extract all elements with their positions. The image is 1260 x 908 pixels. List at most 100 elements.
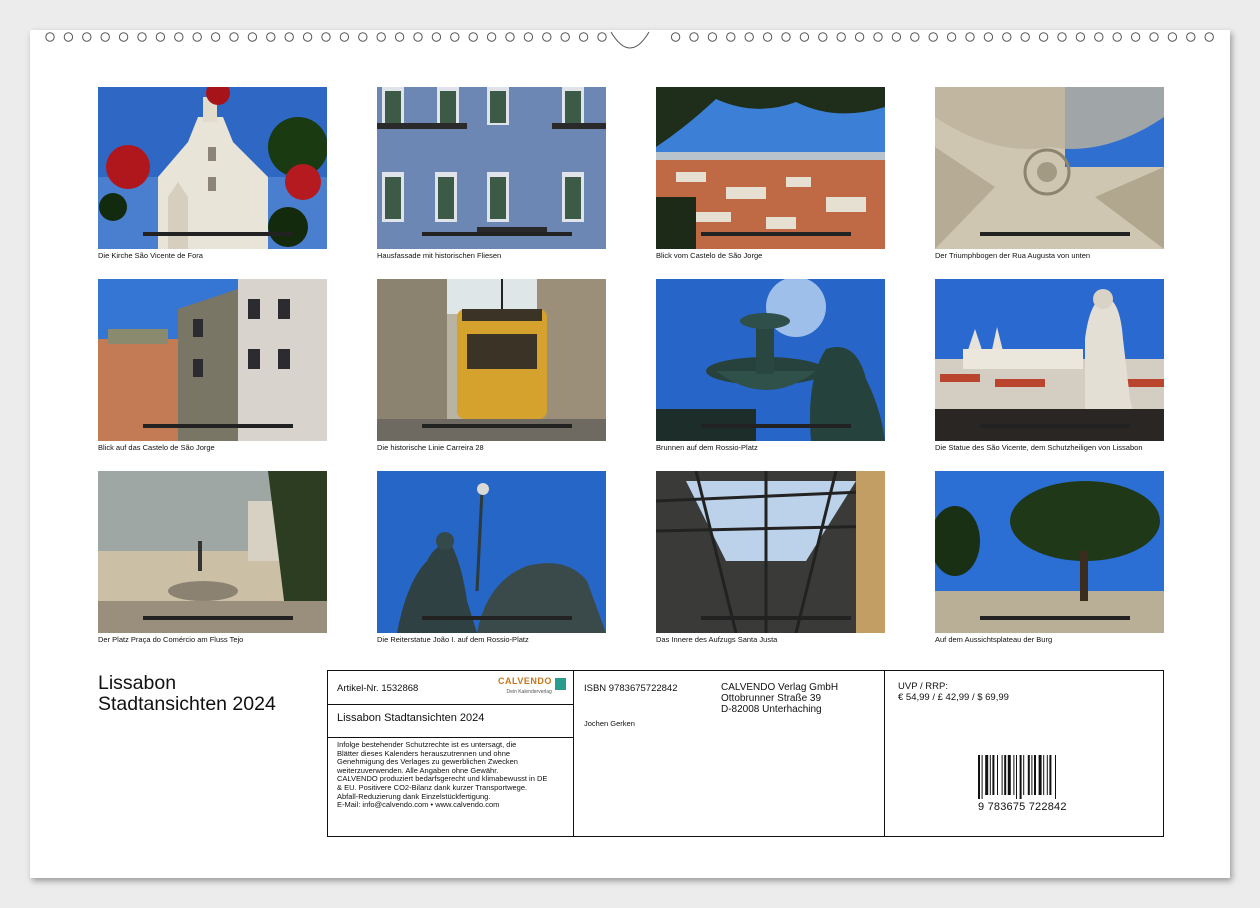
- barcode-bar: [1001, 755, 1003, 795]
- photo-tile: Die Reiterstatue João I. auf dem Rossio-…: [377, 471, 607, 644]
- binding-ring: [1112, 32, 1122, 42]
- photo-caption: Blick vom Castelo de São Jorge: [656, 251, 763, 260]
- binding-ring: [82, 32, 92, 42]
- binding-ring: [1020, 32, 1030, 42]
- binding-ring: [45, 32, 55, 42]
- photo-tile: Brunnen auf dem Rossio-Platz: [656, 279, 886, 452]
- barcode-bar: [992, 755, 995, 795]
- barcode-bar: [1038, 755, 1042, 795]
- binding-ring: [707, 32, 718, 42]
- binding-ring: [542, 32, 552, 42]
- binding-ring: [670, 32, 681, 42]
- photo-joao-statue: [377, 471, 606, 633]
- article-number: Artikel-Nr. 1532868: [337, 683, 419, 694]
- barcode-bar: [1043, 755, 1045, 795]
- binding-ring: [118, 32, 129, 42]
- photo-caption: Der Platz Praça do Comércio am Fluss Tej…: [98, 635, 244, 644]
- barcode-number: 9 783675 722842: [978, 801, 1067, 813]
- calvendo-logo: CALVENDO Dein Kalenderverlag: [498, 676, 566, 695]
- binding-ring: [229, 32, 239, 42]
- logo-tagline: Dein Kalenderverlag: [506, 689, 552, 695]
- publisher-address: CALVENDO Verlag GmbH Ottobrunner Straße …: [721, 682, 838, 715]
- binding-ring: [1002, 32, 1012, 42]
- photo-tile: Das Innere des Aufzugs Santa Justa: [656, 471, 886, 644]
- binding-ring: [1204, 32, 1214, 42]
- photo-caption: Die Statue des São Vicente, dem Schutzhe…: [935, 443, 1143, 452]
- binding-rings: [45, 31, 1214, 49]
- price-info: UVP / RRP: € 54,99 / £ 42,99 / $ 69,99: [898, 681, 1009, 703]
- divider: [328, 737, 573, 738]
- binding-ring: [983, 32, 994, 42]
- photo-caption: Brunnen auf dem Rossio-Platz: [656, 443, 758, 452]
- binding-ring: [413, 32, 423, 42]
- binding-ring: [799, 32, 810, 42]
- legal-line: E-Mail: info@calvendo.com • www.calvendo…: [337, 800, 500, 810]
- publisher-line: Ottobrunner Straße 39: [721, 693, 822, 704]
- photo-castle-plateau: [935, 471, 1164, 633]
- photo-caption: Die historische Linie Carreira 28: [377, 443, 484, 452]
- binding-ring: [560, 32, 570, 42]
- binding-ring: [339, 32, 350, 42]
- barcode: [978, 755, 1056, 799]
- binding-ring: [1186, 32, 1196, 42]
- hanger-notch: [610, 31, 650, 49]
- binding-ring: [505, 32, 515, 42]
- author: Jochen Gerken: [584, 719, 635, 728]
- photo-castelo-street: [98, 279, 327, 441]
- photo-tile: Der Platz Praça do Comércio am Fluss Tej…: [98, 471, 328, 644]
- binding-ring: [376, 32, 386, 42]
- photo-tram-28: [377, 279, 606, 441]
- binding-ring: [1057, 32, 1067, 42]
- calendar-back-page: Die Kirche São Vicente de Fora Hausfassa…: [30, 30, 1230, 878]
- barcode-bar: [1027, 755, 1030, 795]
- binding-ring: [63, 32, 74, 42]
- barcode-bar: [985, 755, 989, 795]
- binding-ring: [266, 32, 276, 42]
- photo-tile: Die Kirche São Vicente de Fora: [98, 87, 328, 260]
- binding-ring: [1149, 32, 1159, 42]
- title-line-2: Stadtansichten 2024: [98, 693, 276, 715]
- barcode-bar: [1007, 755, 1011, 795]
- publisher-line: CALVENDO Verlag GmbH: [721, 682, 839, 693]
- barcode-bar: [1046, 755, 1048, 795]
- photo-triumphal-arch: [935, 87, 1164, 249]
- publisher-line: D-82008 Unterhaching: [721, 704, 822, 715]
- photo-caption: Hausfassade mit historischen Fliesen: [377, 251, 502, 260]
- barcode-bar: [1034, 755, 1036, 795]
- binding-ring: [302, 32, 313, 42]
- binding-ring: [762, 32, 773, 42]
- product-info-box: Artikel-Nr. 1532868 CALVENDO Dein Kalend…: [327, 670, 1164, 837]
- binding-ring: [910, 32, 920, 42]
- photo-tile: Hausfassade mit historischen Fliesen: [377, 87, 607, 260]
- photo-tile: Blick auf das Castelo de São Jorge: [98, 279, 328, 452]
- binding-ring: [247, 32, 258, 42]
- binding-ring: [854, 32, 865, 42]
- binding-ring: [578, 32, 589, 42]
- binding-ring: [781, 32, 791, 42]
- photo-sao-vicente: [98, 87, 327, 249]
- photo-facade: [377, 87, 606, 249]
- barcode-bar: [981, 755, 983, 799]
- binding-ring: [192, 32, 202, 42]
- binding-ring: [468, 32, 478, 42]
- barcode-bar: [1055, 755, 1056, 799]
- title-line-1: Lissabon: [98, 672, 177, 694]
- binding-ring: [928, 32, 938, 42]
- photo-caption: Die Kirche São Vicente de Fora: [98, 251, 203, 260]
- photo-caption: Blick auf das Castelo de São Jorge: [98, 443, 215, 452]
- barcode-bar: [1031, 755, 1033, 795]
- binding-ring: [965, 32, 975, 42]
- isbn: ISBN 9783675722842: [584, 683, 678, 694]
- barcode-bar: [1016, 755, 1017, 799]
- binding-ring: [174, 32, 184, 42]
- logo-mark-icon: [554, 678, 566, 690]
- photo-castelo-view: [656, 87, 885, 249]
- binding-ring: [836, 32, 846, 42]
- binding-ring: [321, 32, 331, 42]
- photo-caption: Der Triumphbogen der Rua Augusta von unt…: [935, 251, 1091, 260]
- logo-name: CALVENDO: [498, 676, 552, 686]
- binding-ring: [744, 32, 754, 42]
- binding-ring: [891, 32, 902, 42]
- binding-ring: [284, 32, 294, 42]
- barcode-bar: [1049, 755, 1052, 795]
